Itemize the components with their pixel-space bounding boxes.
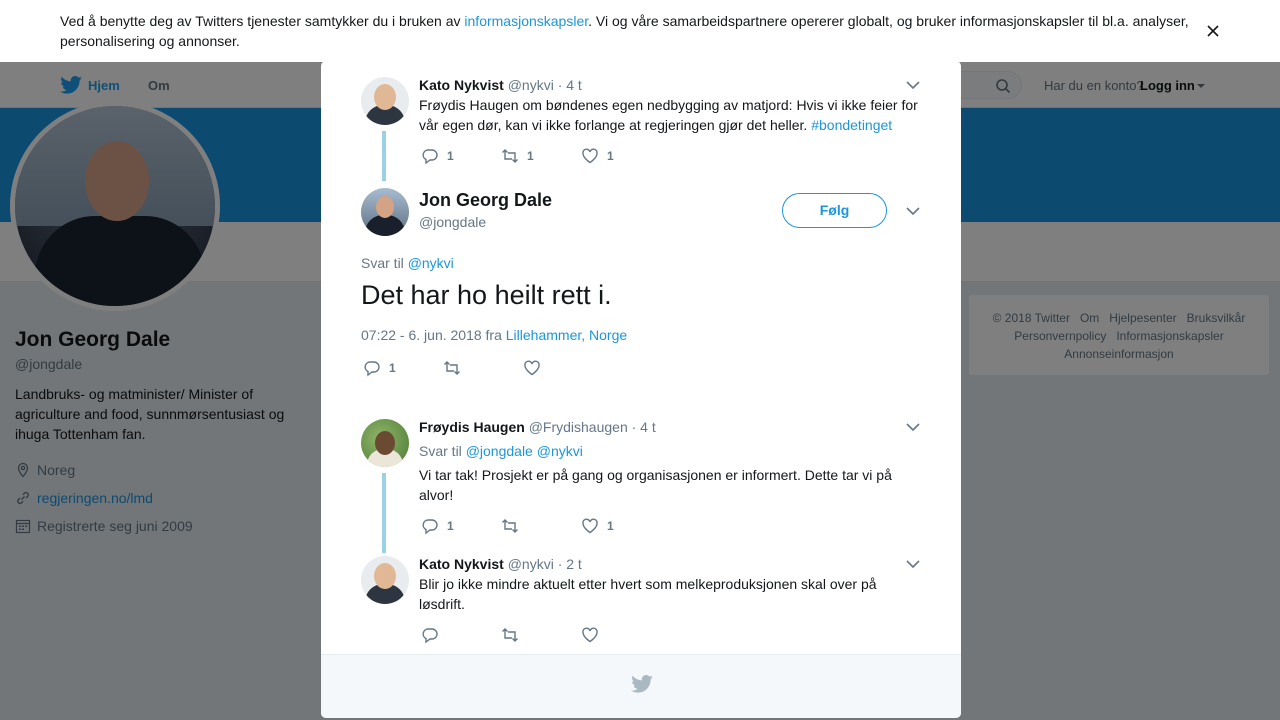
mention-link[interactable]: @nykvi <box>408 255 454 271</box>
retweet-icon <box>502 628 518 642</box>
tweet-time[interactable]: · 4 t <box>558 77 582 93</box>
parent-tweet-actions: 1 1 1 <box>421 147 661 165</box>
avatar-kato-nykvist[interactable] <box>361 77 409 125</box>
reply-button[interactable]: 1 <box>421 517 501 535</box>
reply-button[interactable] <box>421 626 501 644</box>
main-tweet-author-handle[interactable]: @jongdale <box>419 214 486 230</box>
reply-tweet-actions: 1 1 <box>421 517 661 535</box>
avatar-jon-georg-dale[interactable] <box>361 188 409 236</box>
parent-tweet-header: Kato Nykvist @nykvi · 4 t <box>419 77 582 93</box>
chevron-down-icon[interactable] <box>906 80 920 90</box>
like-button[interactable]: 1 <box>581 147 661 165</box>
reply-tweet-text: Blir jo ikke mindre aktuelt etter hvert … <box>419 576 877 612</box>
reply-icon <box>364 361 380 377</box>
mention-link[interactable]: @jongdale @nykvi <box>466 443 583 459</box>
tweet-author-handle[interactable]: @nykvi <box>508 556 554 572</box>
parent-tweet-text: Frøydis Haugen om bøndenes egen nedbyggi… <box>419 97 918 133</box>
avatar-kato-nykvist[interactable] <box>361 556 409 604</box>
reply-tweet-actions <box>421 626 661 644</box>
cookie-consent-text: Ved å benytte deg av Twitters tjenester … <box>60 13 1189 49</box>
reply-tweet-text: Vi tar tak! Prosjekt er på gang og organ… <box>419 467 892 503</box>
main-tweet-text: Det har ho heilt rett i. <box>361 280 612 310</box>
reply-icon <box>422 628 438 644</box>
thread-line <box>382 131 386 181</box>
cookie-consent-bar: Ved å benytte deg av Twitters tjenester … <box>0 0 1280 62</box>
chevron-down-icon[interactable] <box>906 422 920 432</box>
heart-icon <box>582 627 598 643</box>
chevron-down-icon[interactable] <box>906 206 920 216</box>
retweet-button[interactable]: 1 <box>501 147 581 165</box>
hashtag-link[interactable]: #bondetinget <box>811 117 892 133</box>
retweet-button[interactable] <box>501 517 581 535</box>
tweet-modal: Kato Nykvist @nykvi · 4 t Frøydis Haugen… <box>321 61 961 718</box>
main-tweet-author-name[interactable]: Jon Georg Dale <box>419 190 552 211</box>
like-button[interactable]: 1 <box>581 517 661 535</box>
tweet-author-name[interactable]: Frøydis Haugen <box>419 419 525 435</box>
modal-close-icon[interactable] <box>1236 14 1258 36</box>
reply-icon <box>422 519 438 535</box>
cookie-link[interactable]: informasjonskapsler <box>464 13 588 29</box>
retweet-button[interactable] <box>501 626 581 644</box>
reply-tweet-header: Kato Nykvist @nykvi · 2 t <box>419 556 582 572</box>
avatar-froydis-haugen[interactable] <box>361 419 409 467</box>
tweet-location-link[interactable]: Lillehammer, Norge <box>506 327 627 343</box>
like-button[interactable] <box>523 359 603 377</box>
like-button[interactable] <box>581 626 661 644</box>
follow-button[interactable]: Følg <box>782 193 887 228</box>
twitter-bird-icon <box>631 675 653 693</box>
retweet-icon <box>502 149 518 163</box>
heart-icon <box>582 518 598 534</box>
tweet-author-name[interactable]: Kato Nykvist <box>419 77 504 93</box>
tweet-author-handle[interactable]: @Frydishaugen <box>529 419 628 435</box>
retweet-icon <box>444 361 460 375</box>
retweet-button[interactable] <box>443 359 523 377</box>
tweet-author-handle[interactable]: @nykvi <box>508 77 554 93</box>
reply-button[interactable]: 1 <box>421 147 501 165</box>
thread-line <box>382 473 386 553</box>
chevron-down-icon[interactable] <box>906 559 920 569</box>
cookie-close-icon[interactable] <box>1206 24 1220 38</box>
main-tweet-actions: 1 <box>363 359 603 377</box>
reply-icon <box>422 149 438 165</box>
tweet-time[interactable]: · 4 t <box>632 419 656 435</box>
tweet-author-name[interactable]: Kato Nykvist <box>419 556 504 572</box>
reply-tweet-header: Frøydis Haugen @Frydishaugen · 4 t <box>419 419 656 435</box>
heart-icon <box>582 148 598 164</box>
reply-tweet-reply-to: Svar til @jongdale @nykvi <box>419 443 583 459</box>
heart-icon <box>524 360 540 376</box>
tweet-time[interactable]: · 2 t <box>558 556 582 572</box>
reply-button[interactable]: 1 <box>363 359 443 377</box>
retweet-icon <box>502 519 518 533</box>
modal-footer <box>321 654 961 718</box>
main-tweet-reply-to: Svar til @nykvi <box>361 255 454 271</box>
main-tweet-meta: 07:22 - 6. jun. 2018 fra Lillehammer, No… <box>361 327 628 343</box>
